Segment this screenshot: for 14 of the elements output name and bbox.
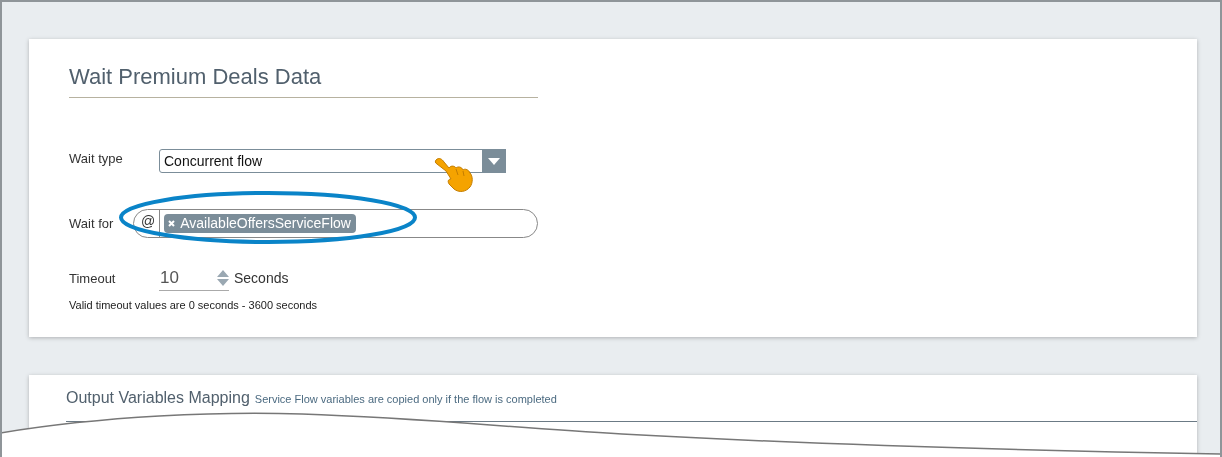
- timeout-field[interactable]: 10: [159, 265, 229, 291]
- hint-text: Valid timeout values are 0 seconds - 3600 seconds: [69, 299, 319, 311]
- caret-icon: [488, 157, 500, 165]
- unit-label: Seconds: [234, 270, 289, 286]
- remove-icon[interactable]: [168, 219, 176, 227]
- field-label: Wait type: [69, 150, 124, 166]
- field-label: Timeout: [69, 270, 117, 286]
- section-note: Service Flow variables are copied only if the flow is completed: [254, 393, 557, 405]
- field-label: Wait for: [69, 216, 115, 231]
- spinner-icon[interactable]: [217, 268, 229, 287]
- card-title: Wait Premium Deals Data: [69, 61, 538, 98]
- at-sign: @: [134, 210, 161, 237]
- section-title: Output Variables Mapping: [66, 389, 250, 407]
- pointing-hand-icon: [434, 155, 476, 195]
